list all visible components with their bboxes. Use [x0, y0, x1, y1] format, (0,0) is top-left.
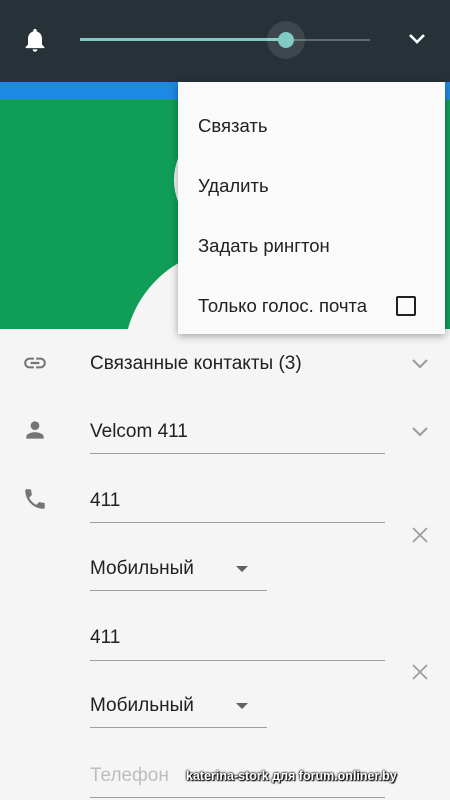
phone-icon — [25, 489, 45, 509]
phone-number-field[interactable]: 411 — [90, 490, 120, 512]
chevron-down-icon[interactable] — [411, 358, 429, 370]
menu-item-label: Задать рингтон — [198, 235, 330, 256]
volume-panel — [0, 0, 450, 82]
menu-item-label: Связать — [198, 115, 268, 136]
chevron-down-icon[interactable] — [406, 30, 428, 48]
dropdown-arrow-icon[interactable] — [236, 703, 248, 709]
menu-item-link[interactable]: Связать — [178, 96, 445, 156]
menu-item-voicemail-only[interactable]: Только голос. почта — [178, 276, 445, 336]
name-field[interactable]: Velcom 411 — [90, 421, 188, 443]
voicemail-checkbox[interactable] — [396, 296, 416, 316]
menu-item-ringtone[interactable]: Задать рингтон — [178, 216, 445, 276]
linked-contacts-label[interactable]: Связанные контакты (3) — [90, 353, 302, 375]
slider-fill — [80, 38, 286, 41]
type-underline — [90, 727, 267, 728]
type-underline — [90, 590, 267, 591]
person-icon — [26, 421, 44, 439]
chevron-down-icon[interactable] — [411, 426, 429, 438]
phone-underline — [90, 660, 385, 661]
phone-underline — [90, 522, 385, 523]
close-icon[interactable] — [411, 663, 429, 681]
menu-item-label: Удалить — [198, 175, 269, 196]
phone-type-select[interactable]: Мобильный — [90, 695, 194, 717]
new-phone-field[interactable]: Телефон — [90, 765, 169, 787]
bell-icon[interactable] — [21, 25, 49, 55]
close-icon[interactable] — [411, 526, 429, 544]
volume-slider[interactable] — [80, 21, 370, 59]
watermark-text: katerina-stork для forum.onliner.by — [186, 769, 397, 783]
overflow-menu: Связать Удалить Задать рингтон Только го… — [178, 82, 445, 334]
dropdown-arrow-icon[interactable] — [236, 566, 248, 572]
link-icon — [24, 357, 46, 369]
new-phone-underline — [90, 797, 385, 798]
menu-item-delete[interactable]: Удалить — [178, 156, 445, 216]
slider-thumb[interactable] — [277, 32, 294, 48]
name-underline — [90, 453, 385, 454]
phone-type-select[interactable]: Мобильный — [90, 558, 194, 580]
phone-number-field[interactable]: 411 — [90, 627, 120, 649]
menu-item-label: Только голос. почта — [198, 295, 368, 316]
